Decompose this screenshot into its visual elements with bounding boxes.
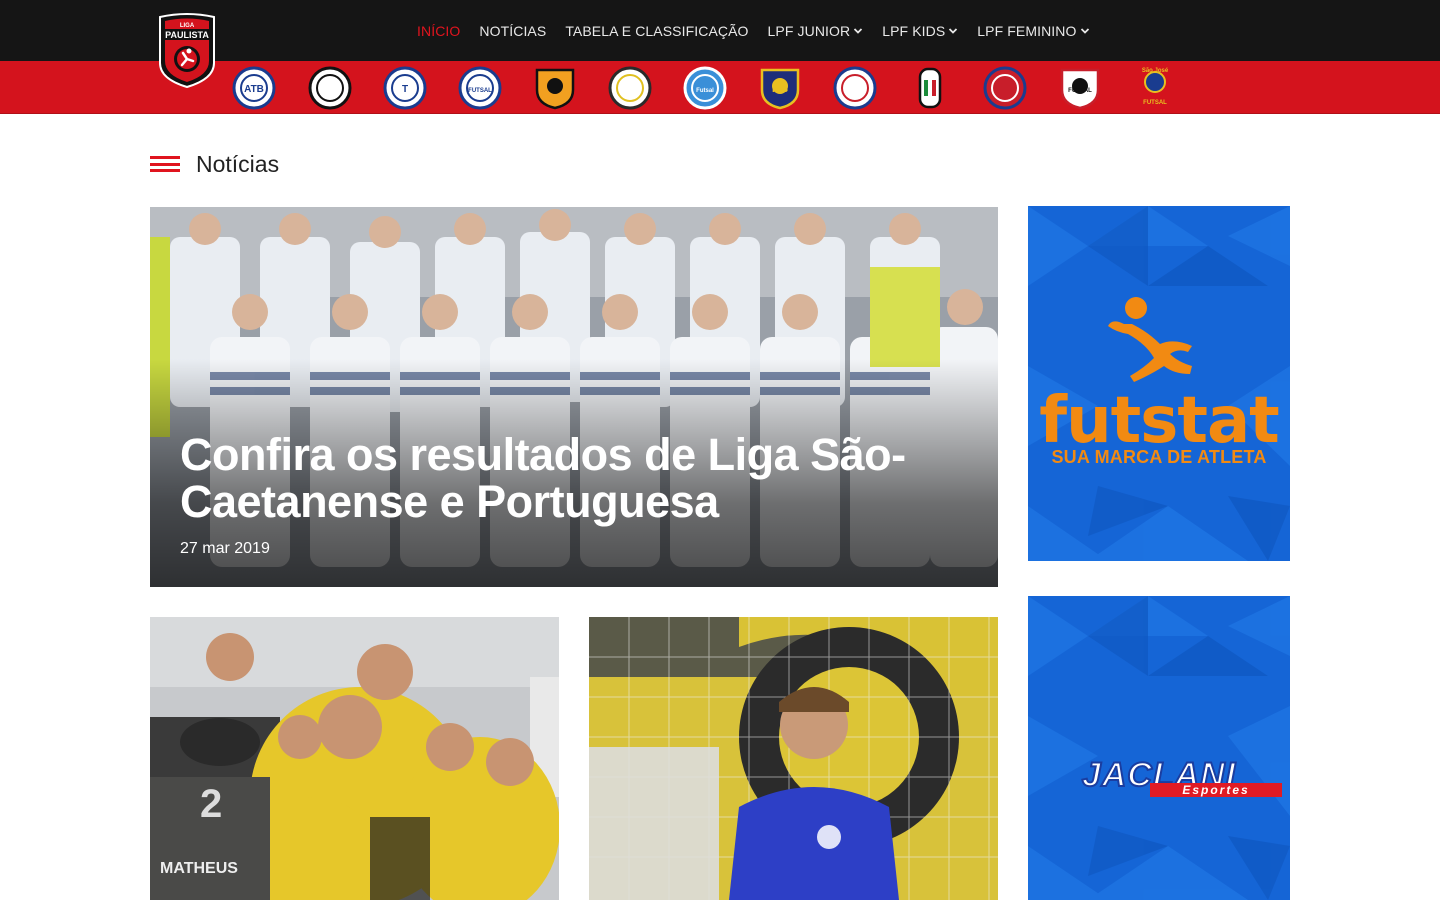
club-crest-11[interactable] [982,65,1028,111]
logo-top-text: LIGA [180,23,195,29]
club-crest-text: FUTSAL [468,88,492,94]
club-crest-icon [833,66,877,110]
club-crest-icon [535,68,575,110]
club-crest-text: Futsal [696,88,714,94]
featured-date: 27 mar 2019 [180,540,270,557]
news-card-2[interactable] [589,617,998,900]
club-crest-icon [918,67,942,109]
club-crest-icon: ATB [232,66,276,110]
club-crest-6[interactable] [607,65,653,111]
club-crest-icon [608,66,652,110]
club-crest-icon: Futsal [683,66,727,110]
nav-item-in-cio[interactable]: INÍCIO [417,23,460,39]
nav-item-tabela-e-classifica-o[interactable]: TABELA E CLASSIFICAÇÃO [565,23,748,39]
nav-item-label: LPF JUNIOR [767,22,851,39]
chevron-down-icon [1080,27,1089,34]
nav-item-lpf-feminino[interactable]: LPF FEMININO [977,23,1089,39]
nav-item-label: NOTÍCIAS [479,22,547,39]
club-crest-text: ATB [244,84,264,95]
section-title: Notícias [196,150,280,177]
nav-item-lpf-kids[interactable]: LPF KIDS [882,23,958,39]
liga-paulista-logo[interactable]: LIGA PAULISTA [156,13,218,89]
club-crest-icon: T [383,66,427,110]
nav-item-label: TABELA E CLASSIFICAÇÃO [565,22,749,39]
club-crest-icon: FUTSAL [458,66,502,110]
club-crest-text: FUTSAL [1143,100,1167,106]
jaclani-tagline: Esportes [1150,783,1282,797]
club-crest-1[interactable]: ATB [231,65,277,111]
chevron-down-icon [949,27,958,34]
club-crest-icon [983,66,1027,110]
news-card-2-photo [589,617,998,900]
menu-lines-icon [150,156,180,172]
club-crest-8[interactable]: FIB [757,65,803,111]
club-crest-10[interactable] [907,65,953,111]
jaclani-ad-background [1028,596,1290,900]
club-crest-4[interactable]: FUTSAL [457,65,503,111]
logo-name-text: PAULISTA [165,30,209,40]
nav-item-label: LPF KIDS [882,22,946,39]
club-crest-icon: FUTSAL São José [1142,68,1169,106]
featured-title[interactable]: Confira os resultados de Liga São-Caetan… [180,431,970,525]
jersey-number: 2 [200,782,222,826]
nav-item-lpf-junior[interactable]: LPF JUNIOR [768,23,864,39]
nav-item-label: INÍCIO [417,22,461,39]
club-crest-5[interactable] [532,65,578,111]
club-crest-text: T [402,84,408,95]
futstat-ad[interactable]: futstat SUA MARCA DE ATLETA [1028,206,1290,561]
news-card-1-photo: 2 MATHEUS [150,617,559,900]
futstat-tagline: SUA MARCA DE ATLETA [1051,447,1267,467]
club-crest-12[interactable]: FUTSAL [1057,65,1103,111]
chevron-down-icon [854,27,863,34]
club-crest-top-text: São José [1142,68,1169,74]
club-crest-13[interactable]: FUTSAL São José [1132,65,1178,111]
nav-item-not-cias[interactable]: NOTÍCIAS [479,23,546,39]
featured-overlay [150,207,998,587]
section-header: Notícias [150,150,279,178]
jaclani-ad[interactable]: JACLANI Esportes [1028,596,1290,900]
jersey-name: MATHEUS [160,860,238,877]
featured-news[interactable]: Confira os resultados de Liga São-Caetan… [150,207,998,587]
club-crest-7[interactable]: Futsal [682,65,728,111]
club-crest-icon: FIB [760,68,800,110]
club-crest-icon: FUTSAL [1060,68,1100,110]
club-crest-icon [308,66,352,110]
club-crest-9[interactable] [832,65,878,111]
club-crest-text: FUTSAL [1068,88,1092,94]
club-crest-text: FIB [772,84,788,95]
club-crest-2[interactable] [307,65,353,111]
nav-item-label: LPF FEMININO [977,22,1077,39]
news-card-1[interactable]: 2 MATHEUS [150,617,559,900]
main-nav: INÍCIO NOTÍCIAS TABELA E CLASSIFICAÇÃO LPF … [417,0,1109,61]
club-crest-3[interactable]: T [382,65,428,111]
